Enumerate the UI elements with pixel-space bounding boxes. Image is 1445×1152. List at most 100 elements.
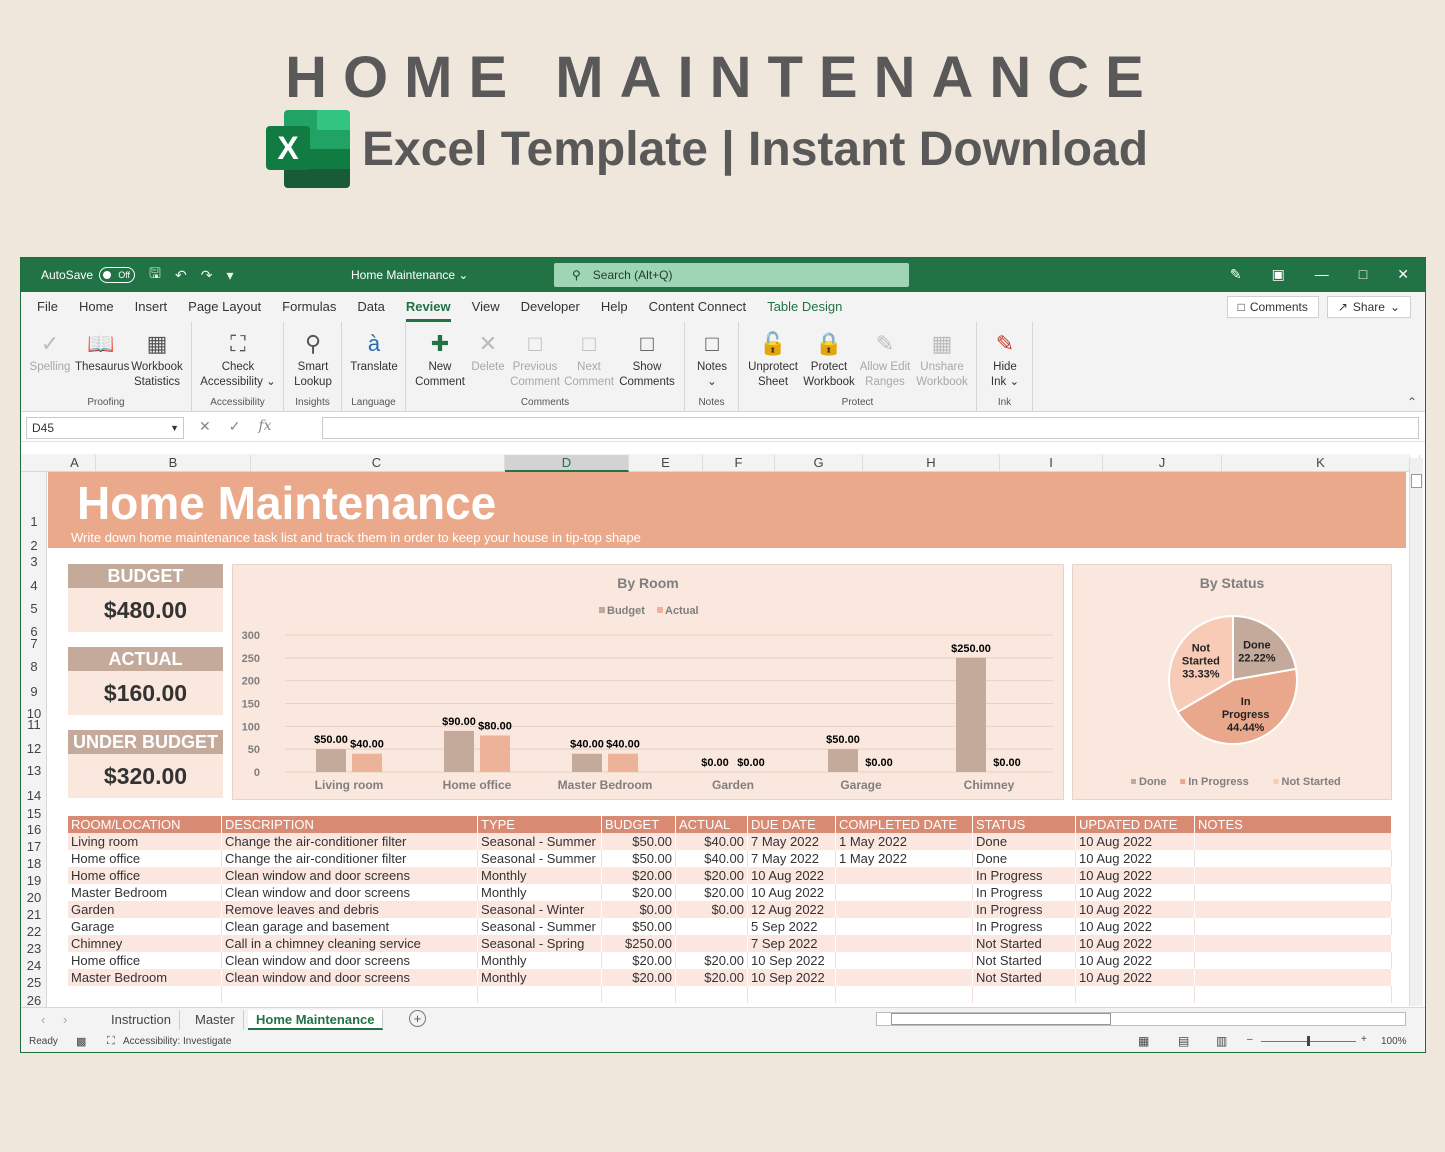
macro-record-icon[interactable]: ▩ — [76, 1035, 86, 1048]
scroll-tabs-right-icon[interactable]: › — [63, 1012, 67, 1027]
table-cell[interactable]: 7 Sep 2022 — [748, 935, 836, 952]
column-header-f[interactable]: F — [703, 455, 775, 472]
comments-button[interactable]: □ Comments — [1226, 296, 1319, 318]
table-cell[interactable]: $20.00 — [676, 884, 748, 901]
table-cell[interactable]: 10 Aug 2022 — [1076, 935, 1195, 952]
pie-chart-by-status[interactable]: By Status Done 22.22% In Progress 44.44% Not S… — [1072, 564, 1392, 800]
table-cell[interactable] — [836, 969, 973, 986]
check-accessibility-button[interactable]: ⛶ Check Accessibility ⌄ — [198, 328, 278, 390]
table-cell[interactable]: In Progress — [973, 867, 1076, 884]
undo-icon[interactable]: ↶ — [175, 267, 187, 284]
enter-icon[interactable]: ✓ — [229, 418, 241, 435]
table-cell[interactable] — [1195, 986, 1392, 1003]
chevron-down-icon[interactable]: ▼ — [170, 418, 179, 438]
table-cell[interactable]: Living room — [68, 833, 222, 850]
table-cell[interactable]: $50.00 — [602, 918, 676, 935]
workbook-statistics-button[interactable]: ▦ Workbook Statistics — [129, 328, 185, 390]
table-cell[interactable]: 10 Aug 2022 — [1076, 969, 1195, 986]
table-cell[interactable] — [478, 986, 602, 1003]
table-cell[interactable]: Monthly — [478, 969, 602, 986]
add-sheet-icon[interactable]: + — [409, 1010, 426, 1027]
table-cell[interactable]: 10 Aug 2022 — [748, 884, 836, 901]
autosave[interactable]: AutoSave Off — [41, 267, 136, 283]
name-box[interactable]: D45 ▼ — [26, 417, 184, 439]
table-cell[interactable]: 10 Aug 2022 — [1076, 918, 1195, 935]
table-cell[interactable]: 10 Aug 2022 — [1076, 867, 1195, 884]
row-header-15[interactable]: 15 — [21, 806, 47, 821]
table-cell[interactable]: Clean window and door screens — [222, 867, 478, 884]
table-cell[interactable] — [1195, 884, 1392, 901]
formula-input[interactable] — [322, 417, 1419, 439]
tab-data[interactable]: Data — [357, 292, 384, 322]
table-cell[interactable]: Home office — [68, 952, 222, 969]
table-cell[interactable] — [836, 901, 973, 918]
pen-icon[interactable]: ✎ — [1230, 266, 1242, 283]
table-cell[interactable]: Clean window and door screens — [222, 952, 478, 969]
collapse-ribbon-icon[interactable]: ⌃ — [1407, 395, 1417, 409]
table-cell[interactable]: $50.00 — [602, 833, 676, 850]
table-cell[interactable]: Not Started — [973, 969, 1076, 986]
table-cell[interactable]: 10 Aug 2022 — [1076, 884, 1195, 901]
customize-toolbar-icon[interactable]: ▾ — [226, 267, 233, 284]
table-cell[interactable]: Clean window and door screens — [222, 884, 478, 901]
protect-workbook-button[interactable]: 🔒 Protect Workbook — [801, 328, 857, 390]
table-cell[interactable]: $40.00 — [676, 833, 748, 850]
tab-formulas[interactable]: Formulas — [282, 292, 336, 322]
table-cell[interactable] — [836, 884, 973, 901]
normal-view-icon[interactable]: ▦ — [1138, 1034, 1149, 1048]
row-header-19[interactable]: 19 — [21, 873, 47, 888]
translate-button[interactable]: à Translate — [348, 328, 400, 375]
column-header-g[interactable]: G — [775, 455, 863, 472]
table-cell[interactable] — [1195, 918, 1392, 935]
table-cell[interactable]: $20.00 — [602, 952, 676, 969]
table-header-cell[interactable]: DESCRIPTION — [222, 816, 478, 833]
table-cell[interactable] — [222, 986, 478, 1003]
table-cell[interactable]: 10 Aug 2022 — [1076, 833, 1195, 850]
zoom-out-icon[interactable]: – — [1247, 1034, 1253, 1045]
table-cell[interactable]: Home office — [68, 850, 222, 867]
zoom-slider-thumb[interactable] — [1307, 1036, 1310, 1046]
table-cell[interactable]: 10 Sep 2022 — [748, 952, 836, 969]
table-cell[interactable]: 10 Aug 2022 — [1076, 850, 1195, 867]
share-button[interactable]: ↗ Share ⌄ — [1326, 296, 1411, 318]
table-header-cell[interactable]: STATUS — [973, 816, 1076, 833]
table-cell[interactable] — [68, 986, 222, 1003]
tab-content-connect[interactable]: Content Connect — [649, 292, 747, 322]
table-cell[interactable]: $40.00 — [676, 850, 748, 867]
table-cell[interactable]: Call in a chimney cleaning service — [222, 935, 478, 952]
table-cell[interactable]: Change the air-conditioner filter — [222, 833, 478, 850]
sheet-tab-master[interactable]: Master — [187, 1010, 244, 1030]
scroll-tabs-left-icon[interactable]: ‹ — [41, 1012, 45, 1027]
row-header-8[interactable]: 8 — [21, 659, 47, 674]
next-comment-button[interactable]: □ Next Comment — [562, 328, 616, 390]
table-header-cell[interactable]: TYPE — [478, 816, 602, 833]
row-header-20[interactable]: 20 — [21, 890, 47, 905]
table-cell[interactable]: Home office — [68, 867, 222, 884]
page-layout-view-icon[interactable]: ▤ — [1178, 1034, 1189, 1048]
row-header-23[interactable]: 23 — [21, 941, 47, 956]
allow-edit-ranges-button[interactable]: ✎ Allow Edit Ranges — [857, 328, 913, 390]
zoom-level[interactable]: 100% — [1381, 1036, 1407, 1047]
redo-icon[interactable]: ↷ — [201, 267, 213, 284]
table-cell[interactable]: 1 May 2022 — [836, 833, 973, 850]
row-header-5[interactable]: 5 — [21, 601, 47, 616]
row-header-22[interactable]: 22 — [21, 924, 47, 939]
column-header-e[interactable]: E — [629, 455, 703, 472]
table-header-cell[interactable]: DUE DATE — [748, 816, 836, 833]
maximize-icon[interactable]: □ — [1359, 266, 1367, 283]
table-cell[interactable] — [973, 986, 1076, 1003]
table-cell[interactable]: $20.00 — [676, 969, 748, 986]
row-header-24[interactable]: 24 — [21, 958, 47, 973]
table-cell[interactable]: Clean window and door screens — [222, 969, 478, 986]
table-cell[interactable]: Master Bedroom — [68, 969, 222, 986]
table-cell[interactable] — [676, 918, 748, 935]
unprotect-sheet-button[interactable]: 🔓 Unprotect Sheet — [745, 328, 801, 390]
table-cell[interactable] — [676, 986, 748, 1003]
close-icon[interactable]: ✕ — [1397, 266, 1409, 283]
column-header-d[interactable]: D — [505, 455, 629, 472]
table-cell[interactable]: 12 Aug 2022 — [748, 901, 836, 918]
table-cell[interactable]: Chimney — [68, 935, 222, 952]
table-cell[interactable]: 7 May 2022 — [748, 850, 836, 867]
table-cell[interactable]: Seasonal - Summer — [478, 833, 602, 850]
table-cell[interactable]: Seasonal - Summer — [478, 850, 602, 867]
